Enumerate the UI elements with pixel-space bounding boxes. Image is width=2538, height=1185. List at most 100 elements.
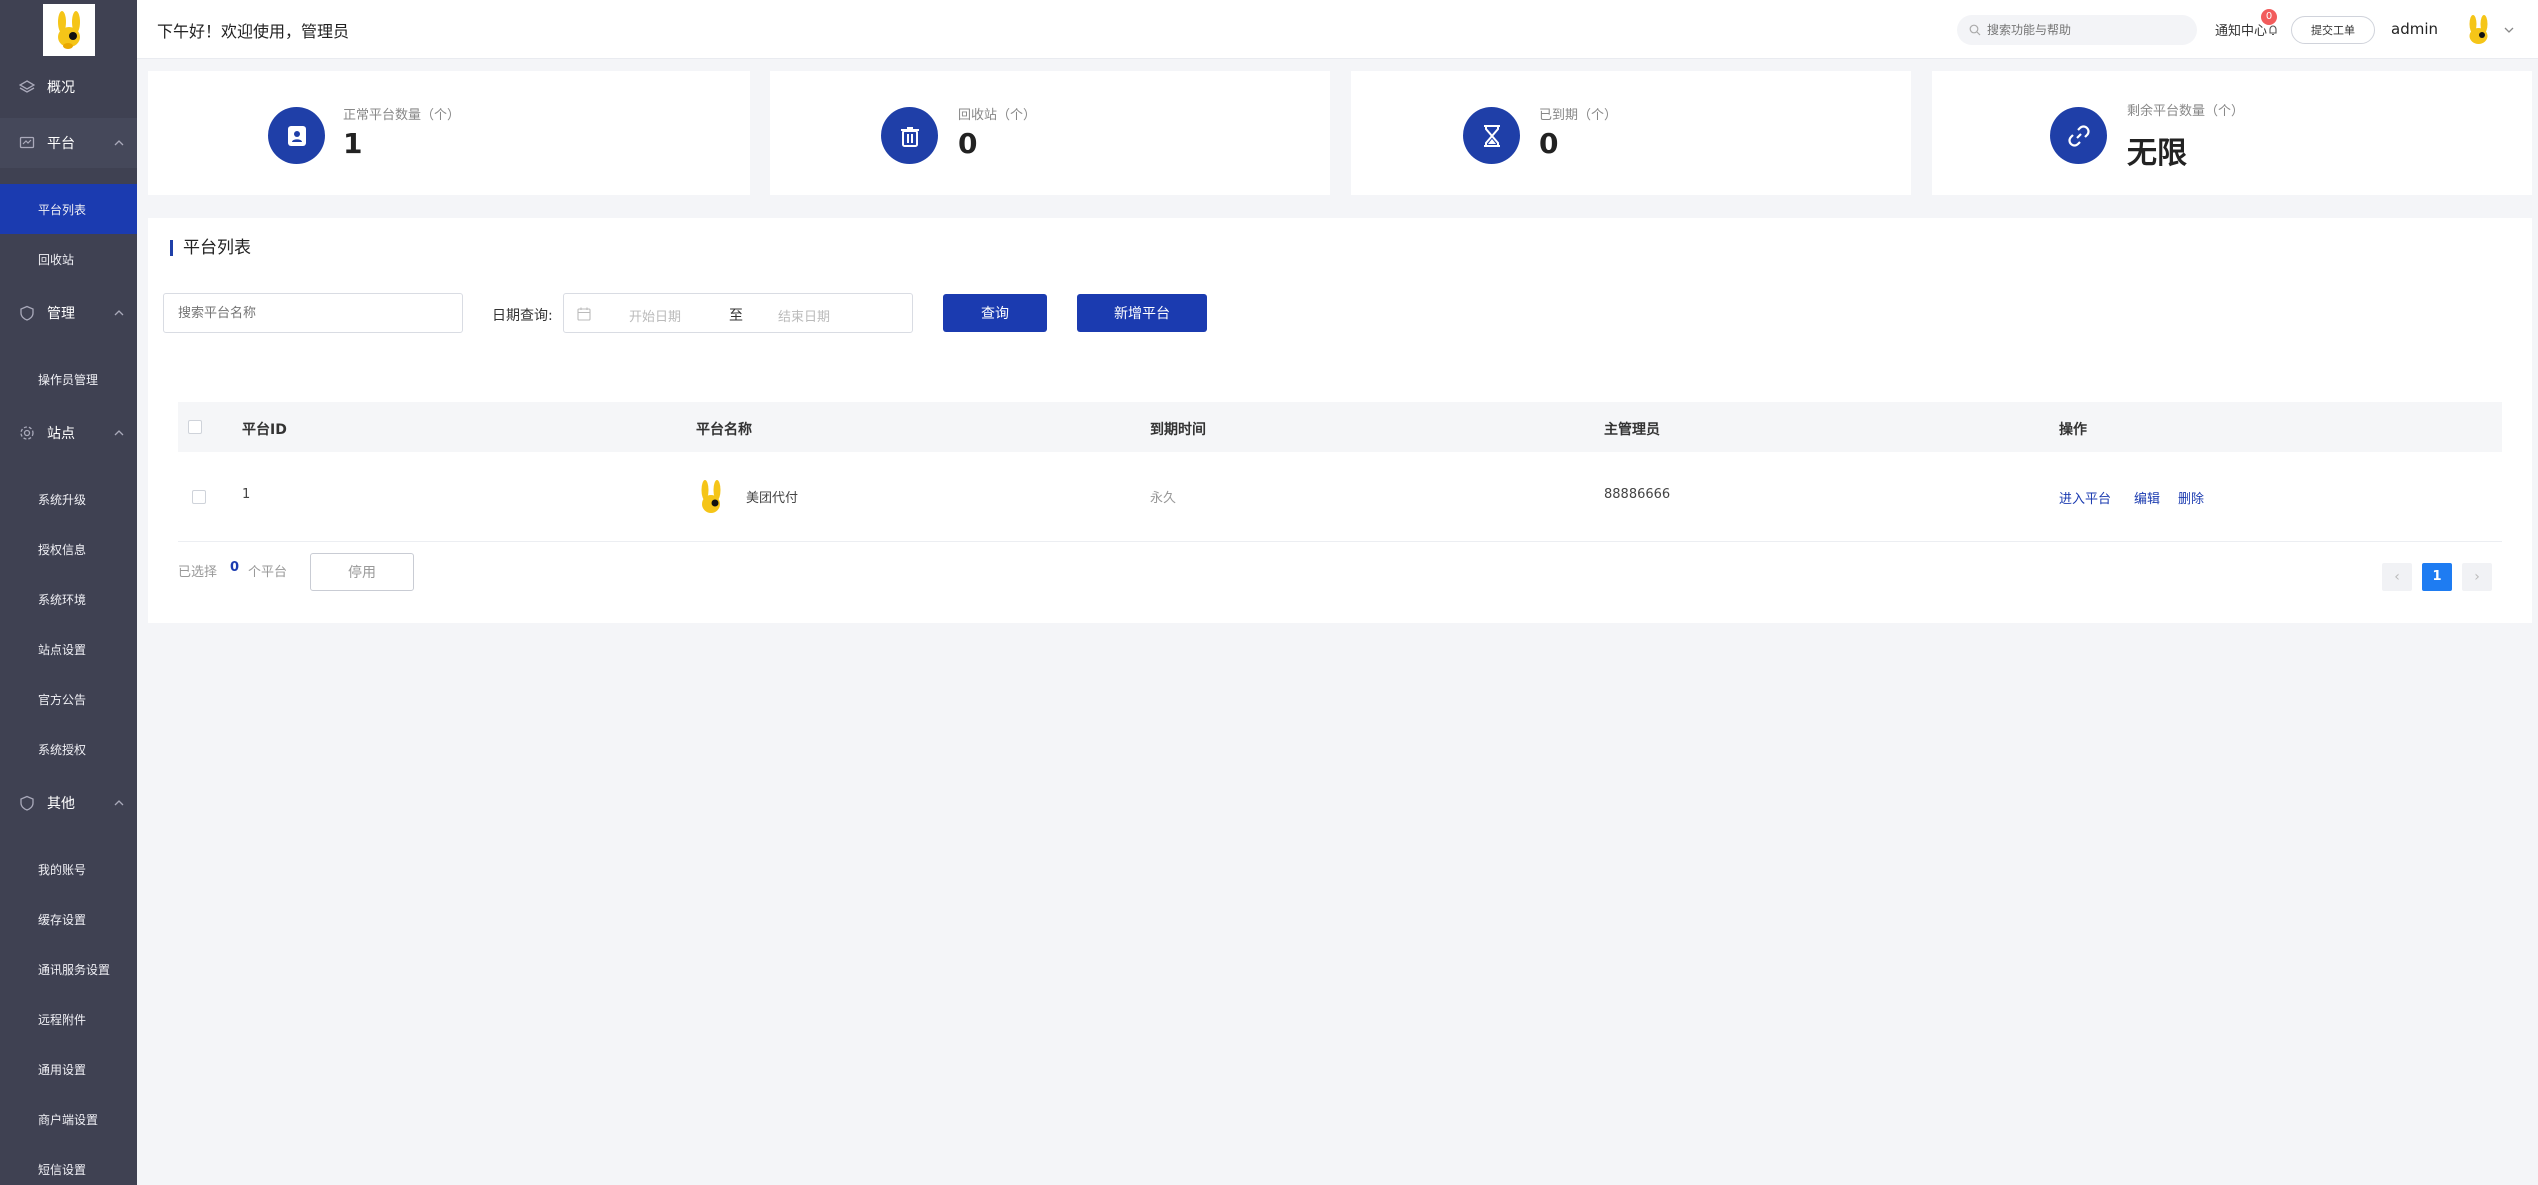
logo[interactable] bbox=[0, 0, 137, 59]
sidebar-item-label: 回收站 bbox=[38, 252, 75, 267]
sidebar-item-other[interactable]: 短信设置 bbox=[0, 1144, 137, 1185]
notify-badge: 0 bbox=[2261, 9, 2277, 25]
sidebar-item-label: 远程附件 bbox=[38, 1012, 87, 1027]
prev-page-button[interactable]: ‹ bbox=[2382, 563, 2412, 591]
sidebar-item-label: 平台列表 bbox=[38, 202, 87, 217]
column-header: 平台名称 bbox=[696, 422, 752, 438]
sidebar-item-recycle[interactable]: 回收站 bbox=[0, 234, 137, 284]
page-number[interactable]: 1 bbox=[2422, 563, 2452, 591]
sidebar-item-site[interactable]: 站点设置 bbox=[0, 624, 137, 674]
sidebar-group-label: 平台 bbox=[47, 136, 75, 152]
disable-button[interactable]: 停用 bbox=[310, 553, 414, 591]
stat-value: 0 bbox=[1539, 127, 1559, 160]
main-admin: 88886666 bbox=[1604, 487, 1671, 502]
sidebar-item-label: 缓存设置 bbox=[38, 912, 87, 927]
delete-link[interactable]: 删除 bbox=[2178, 488, 2204, 507]
sidebar-group-platform[interactable]: 平台 bbox=[0, 118, 137, 168]
selected-count: 0 bbox=[230, 560, 240, 575]
row-checkbox[interactable] bbox=[192, 490, 206, 504]
selected-prefix: 已选择 bbox=[178, 565, 218, 580]
sidebar-group-other[interactable]: 其他 bbox=[0, 778, 137, 828]
platform-name-search-input[interactable] bbox=[163, 293, 463, 333]
user-name[interactable]: admin bbox=[2391, 20, 2438, 38]
sidebar-item-other[interactable]: 远程附件 bbox=[0, 994, 137, 1044]
add-platform-button[interactable]: 新增平台 bbox=[1077, 294, 1207, 332]
search-box[interactable] bbox=[1957, 15, 2197, 45]
shield-icon bbox=[20, 305, 34, 321]
date-separator: 至 bbox=[729, 308, 743, 324]
stat-icon bbox=[881, 107, 938, 164]
sidebar-item-site[interactable]: 系统环境 bbox=[0, 574, 137, 624]
stat-icon bbox=[2050, 107, 2107, 164]
sidebar-item-label: 概况 bbox=[47, 80, 75, 96]
stat-value: 1 bbox=[343, 127, 363, 160]
sidebar-item-label: 系统环境 bbox=[38, 592, 87, 607]
sidebar-item-other[interactable]: 我的账号 bbox=[0, 844, 137, 894]
sidebar-item-other[interactable]: 通用设置 bbox=[0, 1044, 137, 1094]
sidebar-group-label: 站点 bbox=[47, 426, 75, 442]
sidebar-item-platform-list[interactable]: 平台列表 bbox=[0, 184, 137, 234]
sidebar-item-label: 通用设置 bbox=[38, 1062, 87, 1077]
enter-platform-link[interactable]: 进入平台 bbox=[2059, 488, 2111, 507]
sidebar-item-site[interactable]: 系统授权 bbox=[0, 724, 137, 774]
chevron-up-icon bbox=[114, 310, 124, 316]
sidebar-group-label: 管理 bbox=[47, 306, 75, 322]
edit-link[interactable]: 编辑 bbox=[2134, 488, 2160, 507]
chevron-down-icon[interactable] bbox=[2503, 24, 2515, 36]
sidebar-item-label: 操作员管理 bbox=[38, 372, 99, 387]
sidebar-item-label: 短信设置 bbox=[38, 1162, 87, 1177]
next-page-button[interactable]: › bbox=[2462, 563, 2492, 591]
platform-avatar bbox=[701, 480, 721, 513]
submit-ticket-button[interactable]: 提交工单 bbox=[2291, 16, 2375, 44]
sidebar-item-site[interactable]: 系统升级 bbox=[0, 474, 137, 524]
select-all-checkbox[interactable] bbox=[188, 420, 202, 434]
chevron-up-icon bbox=[114, 800, 124, 806]
topbar: 下午好！欢迎使用，管理员 通知中心 0 提交工单 admin bbox=[137, 0, 2538, 59]
link-icon bbox=[2067, 124, 2090, 147]
stat-icon bbox=[1463, 107, 1520, 164]
stat-label: 剩余平台数量（个） bbox=[2127, 104, 2245, 119]
query-button[interactable]: 查询 bbox=[943, 294, 1047, 332]
stat-card-recycle: 回收站（个） 0 bbox=[770, 71, 1330, 195]
stat-label: 正常平台数量（个） bbox=[343, 108, 461, 123]
stat-value: 无限 bbox=[2127, 136, 2187, 171]
platform-name: 美团代付 bbox=[746, 491, 799, 506]
sidebar-item-operators[interactable]: 操作员管理 bbox=[0, 354, 137, 404]
column-header: 平台ID bbox=[242, 422, 287, 438]
column-header: 操作 bbox=[2059, 422, 2087, 438]
stat-card-remaining: 剩余平台数量（个） 无限 bbox=[1932, 71, 2532, 195]
stat-value: 0 bbox=[958, 127, 978, 160]
layers-icon bbox=[19, 80, 35, 93]
end-date-input[interactable]: 结束日期 bbox=[778, 306, 830, 325]
sidebar-group-label: 其他 bbox=[47, 796, 75, 812]
date-range-picker[interactable]: 开始日期 至 结束日期 bbox=[563, 293, 913, 333]
sidebar: 概况 平台 平台列表 回收站 管理 操作员管理 站点 系统升级 授权信息 系统环… bbox=[0, 0, 137, 1185]
sidebar-item-label: 系统升级 bbox=[38, 492, 87, 507]
bell-icon bbox=[2269, 24, 2277, 35]
sidebar-item-label: 官方公告 bbox=[38, 692, 87, 707]
sidebar-item-other[interactable]: 商户端设置 bbox=[0, 1094, 137, 1144]
sidebar-item-site[interactable]: 官方公告 bbox=[0, 674, 137, 724]
stat-label: 已到期（个） bbox=[1539, 108, 1618, 123]
mascot-logo bbox=[57, 10, 80, 49]
sidebar-group-site[interactable]: 站点 bbox=[0, 408, 137, 458]
table-header: 平台ID 平台名称 到期时间 主管理员 操作 bbox=[178, 402, 2502, 452]
sidebar-item-label: 系统授权 bbox=[38, 742, 87, 757]
avatar[interactable] bbox=[2463, 14, 2495, 46]
notify-label: 通知中心 bbox=[2215, 24, 2268, 39]
sidebar-group-manage[interactable]: 管理 bbox=[0, 288, 137, 338]
search-icon bbox=[1969, 24, 1981, 36]
sidebar-item-other[interactable]: 通讯服务设置 bbox=[0, 944, 137, 994]
sidebar-item-site[interactable]: 授权信息 bbox=[0, 524, 137, 574]
column-header: 到期时间 bbox=[1150, 422, 1206, 438]
gear-icon bbox=[20, 426, 34, 440]
sidebar-item-overview[interactable]: 概况 bbox=[0, 62, 137, 112]
search-input[interactable] bbox=[1987, 23, 2187, 37]
trash-icon bbox=[900, 126, 919, 147]
sidebar-item-label: 商户端设置 bbox=[38, 1112, 99, 1127]
sidebar-item-label: 授权信息 bbox=[38, 542, 87, 557]
expire-time: 永久 bbox=[1150, 491, 1177, 506]
start-date-input[interactable]: 开始日期 bbox=[629, 306, 681, 325]
sidebar-item-other[interactable]: 缓存设置 bbox=[0, 894, 137, 944]
stat-card-normal: 正常平台数量（个） 1 bbox=[148, 71, 750, 195]
